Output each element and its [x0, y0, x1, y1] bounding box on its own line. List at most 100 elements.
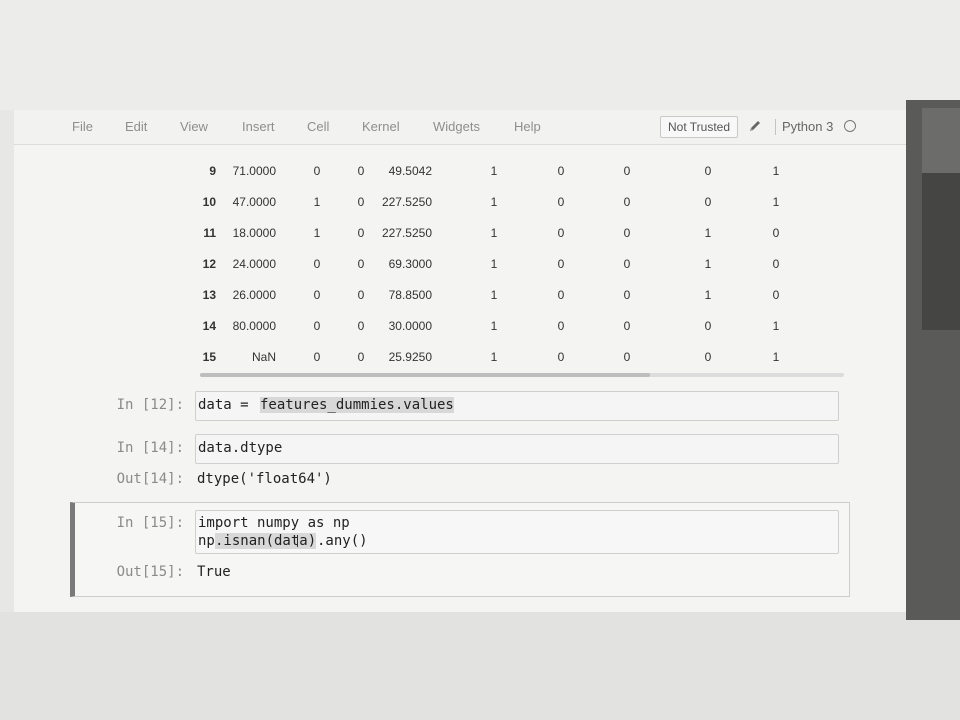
cell-age: 71.0000 — [232, 164, 276, 178]
table-row: 12 24.0000 0 0 69.3000 1 0 0 1 0 — [14, 249, 906, 279]
cell-value: 0 — [557, 164, 565, 178]
cell-value: 0 — [623, 226, 631, 240]
menu-insert[interactable]: Insert — [242, 119, 275, 134]
menu-view[interactable]: View — [180, 119, 208, 134]
background-bottom — [0, 612, 960, 720]
cell-value: 1 — [313, 226, 321, 240]
cell-value: 1 — [490, 195, 498, 209]
cell-value: 0 — [557, 226, 565, 240]
cell-14-input-prompt: In [14]: — [116, 440, 184, 456]
table-row: 14 80.0000 0 0 30.0000 1 0 0 0 1 — [14, 311, 906, 341]
kernel-idle-icon — [844, 120, 856, 132]
cell-12-code-var: data = — [198, 397, 258, 413]
cell-value: 0 — [623, 319, 631, 333]
cell-fare: 227.5250 — [381, 195, 432, 209]
cell-value: 1 — [490, 350, 498, 364]
cell-value: 0 — [557, 350, 565, 364]
row-index: 9 — [209, 164, 216, 178]
cell-age: 18.0000 — [232, 226, 276, 240]
cell-value: 0 — [623, 257, 631, 271]
pencil-icon[interactable] — [748, 119, 762, 133]
cell-value: 0 — [623, 195, 631, 209]
cell-value: 1 — [490, 288, 498, 302]
cell-fare: 25.9250 — [388, 350, 432, 364]
cell-value: 0 — [623, 288, 631, 302]
cell-value: 0 — [557, 319, 565, 333]
row-index: 11 — [203, 226, 216, 240]
cell-14-code: data.dtype — [198, 440, 283, 456]
menu-cell[interactable]: Cell — [307, 119, 329, 134]
cell-value: 0 — [704, 350, 712, 364]
row-index: 10 — [202, 195, 216, 209]
menu-kernel[interactable]: Kernel — [362, 119, 400, 134]
cell-15-input-prompt: In [15]: — [116, 515, 184, 531]
cell-fare: 78.8500 — [388, 288, 432, 302]
menu-help[interactable]: Help — [514, 119, 541, 134]
cell-value: 0 — [704, 164, 712, 178]
table-row: 10 47.0000 1 0 227.5250 1 0 0 0 1 — [14, 187, 906, 217]
cell-value: 1 — [490, 319, 498, 333]
cell-value: 0 — [313, 319, 321, 333]
cell-age: 80.0000 — [232, 319, 276, 333]
row-index: 12 — [202, 257, 216, 271]
menu-widgets[interactable]: Widgets — [433, 119, 480, 134]
cell-15-code-line-2-prefix: np — [198, 533, 215, 549]
cell-value: 0 — [313, 288, 321, 302]
cell-value: 1 — [772, 350, 780, 364]
cell-fare: 227.5250 — [381, 226, 432, 240]
cell-15-code-editor[interactable]: import numpy as np np .isnan(data) .any(… — [195, 510, 839, 554]
cell-value: 1 — [704, 226, 712, 240]
cell-value: 0 — [313, 350, 321, 364]
scrollbar-thumb[interactable] — [200, 373, 650, 377]
kernel-name: Python 3 — [782, 119, 834, 134]
cell-12-code-editor[interactable]: data = features_dummies.values — [195, 391, 839, 421]
cell-value: 1 — [313, 195, 321, 209]
row-index: 13 — [202, 288, 216, 302]
cell-value: 0 — [313, 164, 321, 178]
not-trusted-button[interactable]: Not Trusted — [660, 116, 738, 138]
cell-15-output: True — [197, 564, 231, 580]
cell-value: 0 — [704, 319, 712, 333]
table-row: 15 NaN 0 0 25.9250 1 0 0 0 1 — [14, 342, 906, 372]
table-row: 13 26.0000 0 0 78.8500 1 0 0 1 0 — [14, 280, 906, 310]
cell-value: 1 — [772, 164, 780, 178]
menubar: File Edit View Insert Cell Kernel Widget… — [14, 110, 906, 145]
cell-age: 24.0000 — [232, 257, 276, 271]
cell-14-output: dtype('float64') — [197, 471, 332, 487]
cell-value: 1 — [704, 257, 712, 271]
cell-age: 26.0000 — [232, 288, 276, 302]
cell-value: 0 — [623, 164, 631, 178]
cell-12-code-highlight: features_dummies.values — [260, 397, 454, 413]
table-row: 11 18.0000 1 0 227.5250 1 0 0 1 0 — [14, 218, 906, 248]
cell-value: 0 — [557, 288, 565, 302]
cell-value: 0 — [557, 195, 565, 209]
cell-fare: 49.5042 — [388, 164, 432, 178]
cell-value: 0 — [557, 257, 565, 271]
cell-14-code-editor[interactable]: data.dtype — [195, 434, 839, 464]
row-index: 15 — [202, 350, 216, 364]
row-index: 14 — [202, 319, 216, 333]
cell-15-output-prompt: Out[15]: — [116, 564, 184, 580]
cell-value: 0 — [704, 195, 712, 209]
menu-file[interactable]: File — [72, 119, 93, 134]
background-top — [0, 0, 960, 110]
cell-value: 1 — [772, 319, 780, 333]
cell-value: 1 — [704, 288, 712, 302]
cell-fare: 69.3000 — [388, 257, 432, 271]
cell-fare: 30.0000 — [388, 319, 432, 333]
cell-value: 1 — [490, 257, 498, 271]
background-right-panel-light — [922, 108, 960, 173]
menu-edit[interactable]: Edit — [125, 119, 147, 134]
cell-value: 0 — [772, 226, 780, 240]
notebook-window: File Edit View Insert Cell Kernel Widget… — [14, 110, 906, 612]
cell-value: 0 — [313, 257, 321, 271]
cell-15-code-line-2-highlight: .isnan(data) — [215, 533, 317, 549]
kernel-separator — [775, 119, 776, 135]
cell-value: 0 — [772, 257, 780, 271]
cell-value: 1 — [490, 226, 498, 240]
output-horizontal-scrollbar[interactable] — [200, 373, 844, 377]
cell-12-input-prompt: In [12]: — [116, 397, 184, 413]
table-row: 9 71.0000 0 0 49.5042 1 0 0 0 1 — [14, 156, 906, 186]
cell-15-code-line-2-suffix: .any() — [317, 533, 368, 549]
cell-age: NaN — [251, 350, 276, 364]
